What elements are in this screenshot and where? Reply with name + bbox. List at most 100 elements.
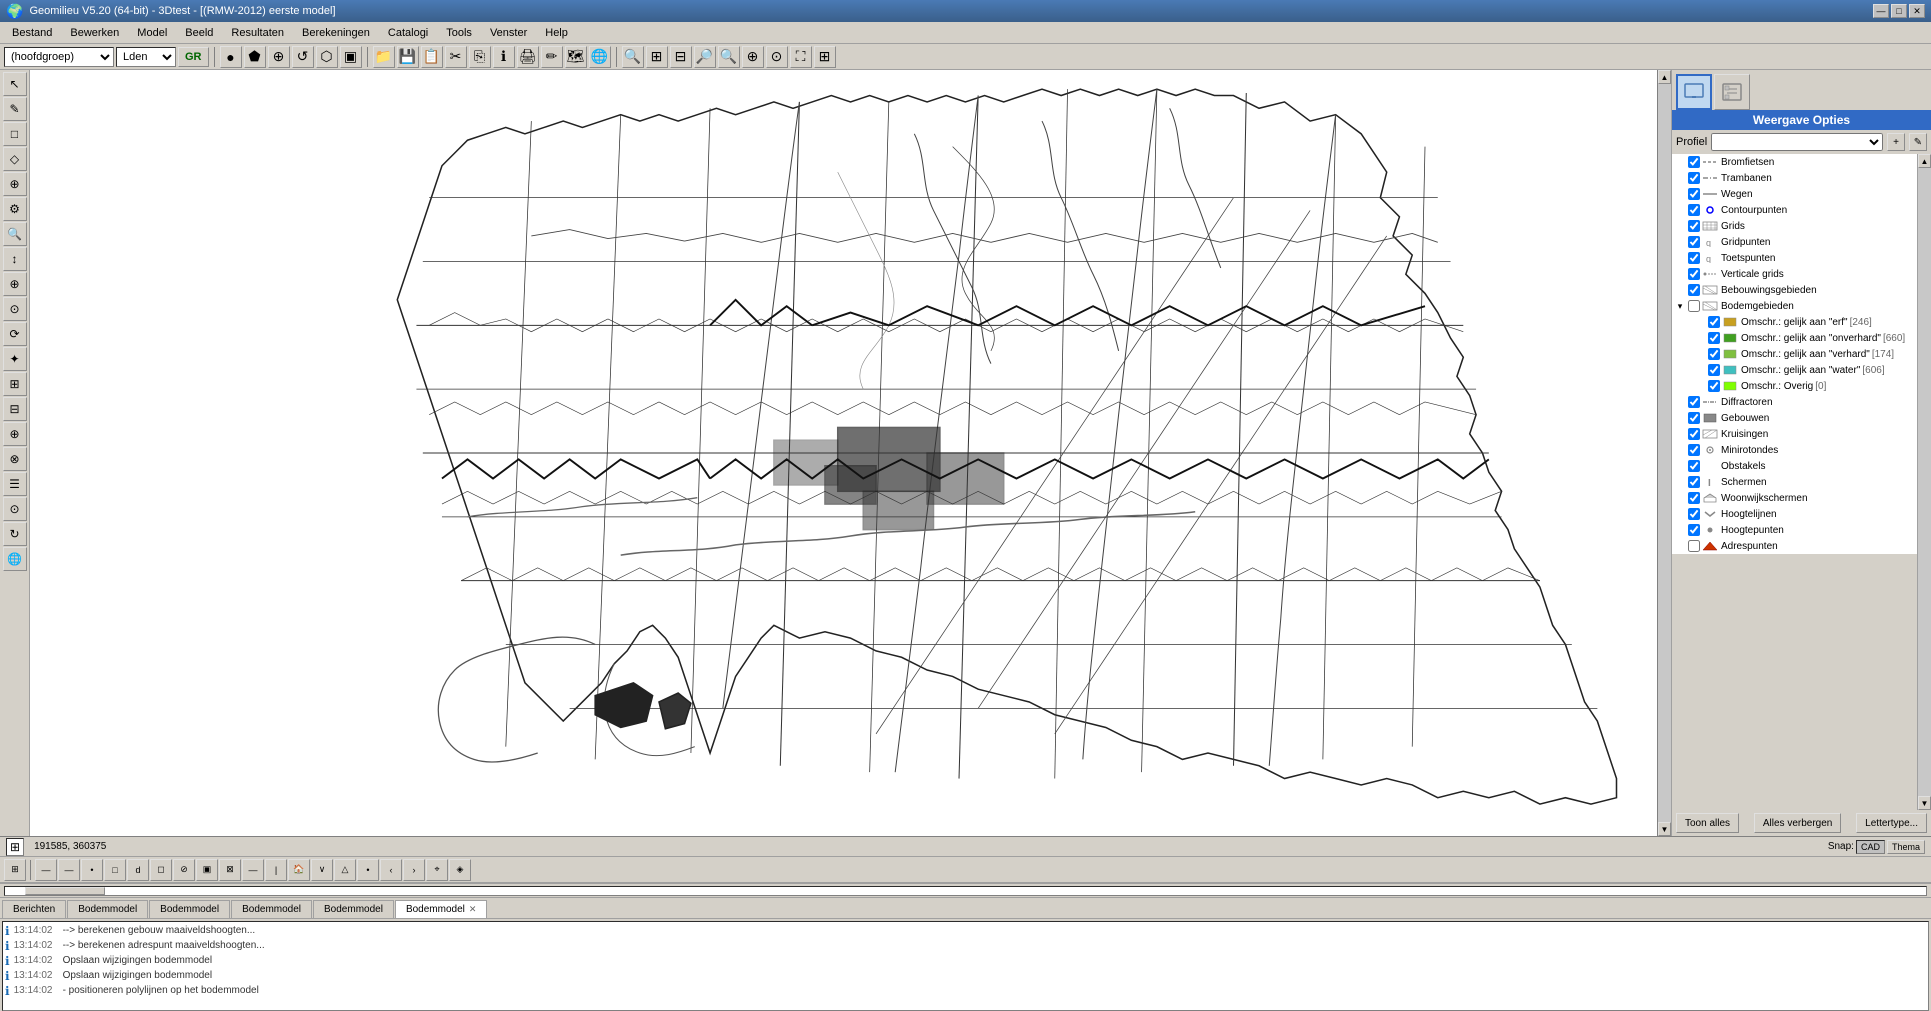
- draw-btn-18[interactable]: ›: [403, 859, 425, 881]
- panel-scroll-down[interactable]: ▼: [1918, 796, 1931, 810]
- draw-btn-12[interactable]: |: [265, 859, 287, 881]
- tab-close-5[interactable]: ✕: [469, 904, 477, 915]
- layer-check-15[interactable]: [1688, 396, 1700, 408]
- left-btn-plus[interactable]: ⊕: [3, 272, 27, 296]
- left-btn-pan[interactable]: ↕: [3, 247, 27, 271]
- tb-btn-3[interactable]: ⊕: [268, 46, 290, 68]
- left-btn-remove[interactable]: ⊗: [3, 447, 27, 471]
- layer-check-0[interactable]: [1688, 156, 1700, 168]
- profiel-select[interactable]: [1711, 133, 1883, 151]
- layer-item-20[interactable]: ISchermen: [1672, 474, 1917, 490]
- draw-btn-19[interactable]: ⌖: [426, 859, 448, 881]
- draw-btn-15[interactable]: △: [334, 859, 356, 881]
- layer-item-16[interactable]: Gebouwen: [1672, 410, 1917, 426]
- tb-btn-21[interactable]: 🔍: [718, 46, 740, 68]
- layer-item-15[interactable]: Diffractoren: [1672, 394, 1917, 410]
- tb-btn-2[interactable]: ⬟: [244, 46, 266, 68]
- left-btn-star[interactable]: ✦: [3, 347, 27, 371]
- tb-btn-24[interactable]: ⛶: [790, 46, 812, 68]
- show-all-button[interactable]: Toon alles: [1676, 813, 1739, 833]
- draw-btn-1[interactable]: ⊞: [4, 859, 26, 881]
- draw-btn-9[interactable]: ▣: [196, 859, 218, 881]
- draw-btn-14[interactable]: ∨: [311, 859, 333, 881]
- tb-btn-15[interactable]: 🗺: [565, 46, 587, 68]
- layer-check-22[interactable]: [1688, 508, 1700, 520]
- draw-btn-4[interactable]: •: [81, 859, 103, 881]
- layer-check-4[interactable]: [1688, 220, 1700, 232]
- map-area[interactable]: ▲ ▼: [30, 70, 1671, 836]
- group-select[interactable]: (hoofdgroep): [4, 47, 114, 67]
- close-button[interactable]: ✕: [1909, 4, 1925, 18]
- layer-check-23[interactable]: [1688, 524, 1700, 536]
- bottom-tab-0[interactable]: Berichten: [2, 900, 66, 918]
- menu-item-resultaten[interactable]: Resultaten: [223, 25, 292, 41]
- layer-item-3[interactable]: Contourpunten: [1672, 202, 1917, 218]
- draw-btn-10[interactable]: ⊠: [219, 859, 241, 881]
- left-btn-rect[interactable]: □: [3, 122, 27, 146]
- layer-item-6[interactable]: qToetspunten: [1672, 250, 1917, 266]
- layer-item-22[interactable]: Hoogtelijnen: [1672, 506, 1917, 522]
- menu-item-help[interactable]: Help: [537, 25, 576, 41]
- tb-btn-9[interactable]: 📋: [421, 46, 443, 68]
- layer-item-0[interactable]: Bromfietsen: [1672, 154, 1917, 170]
- layer-check-11[interactable]: [1708, 332, 1720, 344]
- left-btn-edit[interactable]: ✎: [3, 97, 27, 121]
- tb-btn-19[interactable]: ⊟: [670, 46, 692, 68]
- left-btn-rotate[interactable]: ⟳: [3, 322, 27, 346]
- layer-check-5[interactable]: [1688, 236, 1700, 248]
- left-btn-refresh[interactable]: ↻: [3, 522, 27, 546]
- layer-item-11[interactable]: Omschr.: gelijk aan "onverhard" [660]: [1672, 330, 1917, 346]
- layer-check-14[interactable]: [1708, 380, 1720, 392]
- layer-item-24[interactable]: Adrespunten: [1672, 538, 1917, 554]
- tb-btn-10[interactable]: ✂: [445, 46, 467, 68]
- layer-check-18[interactable]: [1688, 444, 1700, 456]
- tb-btn-4[interactable]: ↺: [292, 46, 314, 68]
- layer-check-2[interactable]: [1688, 188, 1700, 200]
- draw-btn-5[interactable]: □: [104, 859, 126, 881]
- menu-item-berekeningen[interactable]: Berekeningen: [294, 25, 378, 41]
- profiel-btn-2[interactable]: ✎: [1909, 133, 1927, 151]
- left-btn-dot[interactable]: ⊙: [3, 497, 27, 521]
- layer-item-19[interactable]: Obstakels: [1672, 458, 1917, 474]
- layer-check-6[interactable]: [1688, 252, 1700, 264]
- font-type-button[interactable]: Lettertype...: [1856, 813, 1927, 833]
- left-btn-list[interactable]: ☰: [3, 472, 27, 496]
- left-btn-circle[interactable]: ⊙: [3, 297, 27, 321]
- tb-btn-11[interactable]: ⎘: [469, 46, 491, 68]
- left-btn-add[interactable]: ⊕: [3, 422, 27, 446]
- tb-btn-23[interactable]: ⊙: [766, 46, 788, 68]
- draw-btn-3[interactable]: —: [58, 859, 80, 881]
- draw-btn-20[interactable]: ◈: [449, 859, 471, 881]
- theme-snap-button[interactable]: Thema: [1887, 840, 1925, 854]
- draw-btn-6[interactable]: d: [127, 859, 149, 881]
- layer-item-10[interactable]: Omschr.: gelijk aan "erf" [246]: [1672, 314, 1917, 330]
- layer-check-13[interactable]: [1708, 364, 1720, 376]
- tb-btn-13[interactable]: 🖨: [517, 46, 539, 68]
- scrollbar-up[interactable]: ▲: [1658, 70, 1671, 84]
- panel-tab-display[interactable]: [1676, 74, 1712, 110]
- left-btn-grid-minus[interactable]: ⊟: [3, 397, 27, 421]
- scrollbar-down[interactable]: ▼: [1658, 822, 1671, 836]
- ldn-select[interactable]: Lden: [116, 47, 176, 67]
- layer-item-9[interactable]: ▾Bodemgebieden: [1672, 298, 1917, 314]
- layer-check-16[interactable]: [1688, 412, 1700, 424]
- draw-btn-2[interactable]: —: [35, 859, 57, 881]
- tb-btn-22[interactable]: ⊕: [742, 46, 764, 68]
- panel-scroll-up[interactable]: ▲: [1918, 154, 1931, 168]
- layer-item-12[interactable]: Omschr.: gelijk aan "verhard" [174]: [1672, 346, 1917, 362]
- menu-item-bewerken[interactable]: Bewerken: [62, 25, 127, 41]
- layer-check-17[interactable]: [1688, 428, 1700, 440]
- tb-btn-20[interactable]: 🔎: [694, 46, 716, 68]
- profiel-btn-1[interactable]: +: [1887, 133, 1905, 151]
- layer-check-9[interactable]: [1688, 300, 1700, 312]
- bottom-scrollbar[interactable]: [4, 886, 1927, 896]
- tb-btn-7[interactable]: 📁: [373, 46, 395, 68]
- bottom-tab-1[interactable]: Bodemmodel: [67, 900, 148, 918]
- layer-check-24[interactable]: [1688, 540, 1700, 552]
- left-btn-gear[interactable]: ⚙: [3, 197, 27, 221]
- bottom-tab-3[interactable]: Bodemmodel: [231, 900, 312, 918]
- bottom-tab-2[interactable]: Bodemmodel: [149, 900, 230, 918]
- left-btn-grid-plus[interactable]: ⊞: [3, 372, 27, 396]
- tb-btn-5[interactable]: ⬡: [316, 46, 338, 68]
- left-btn-cross[interactable]: ⊕: [3, 172, 27, 196]
